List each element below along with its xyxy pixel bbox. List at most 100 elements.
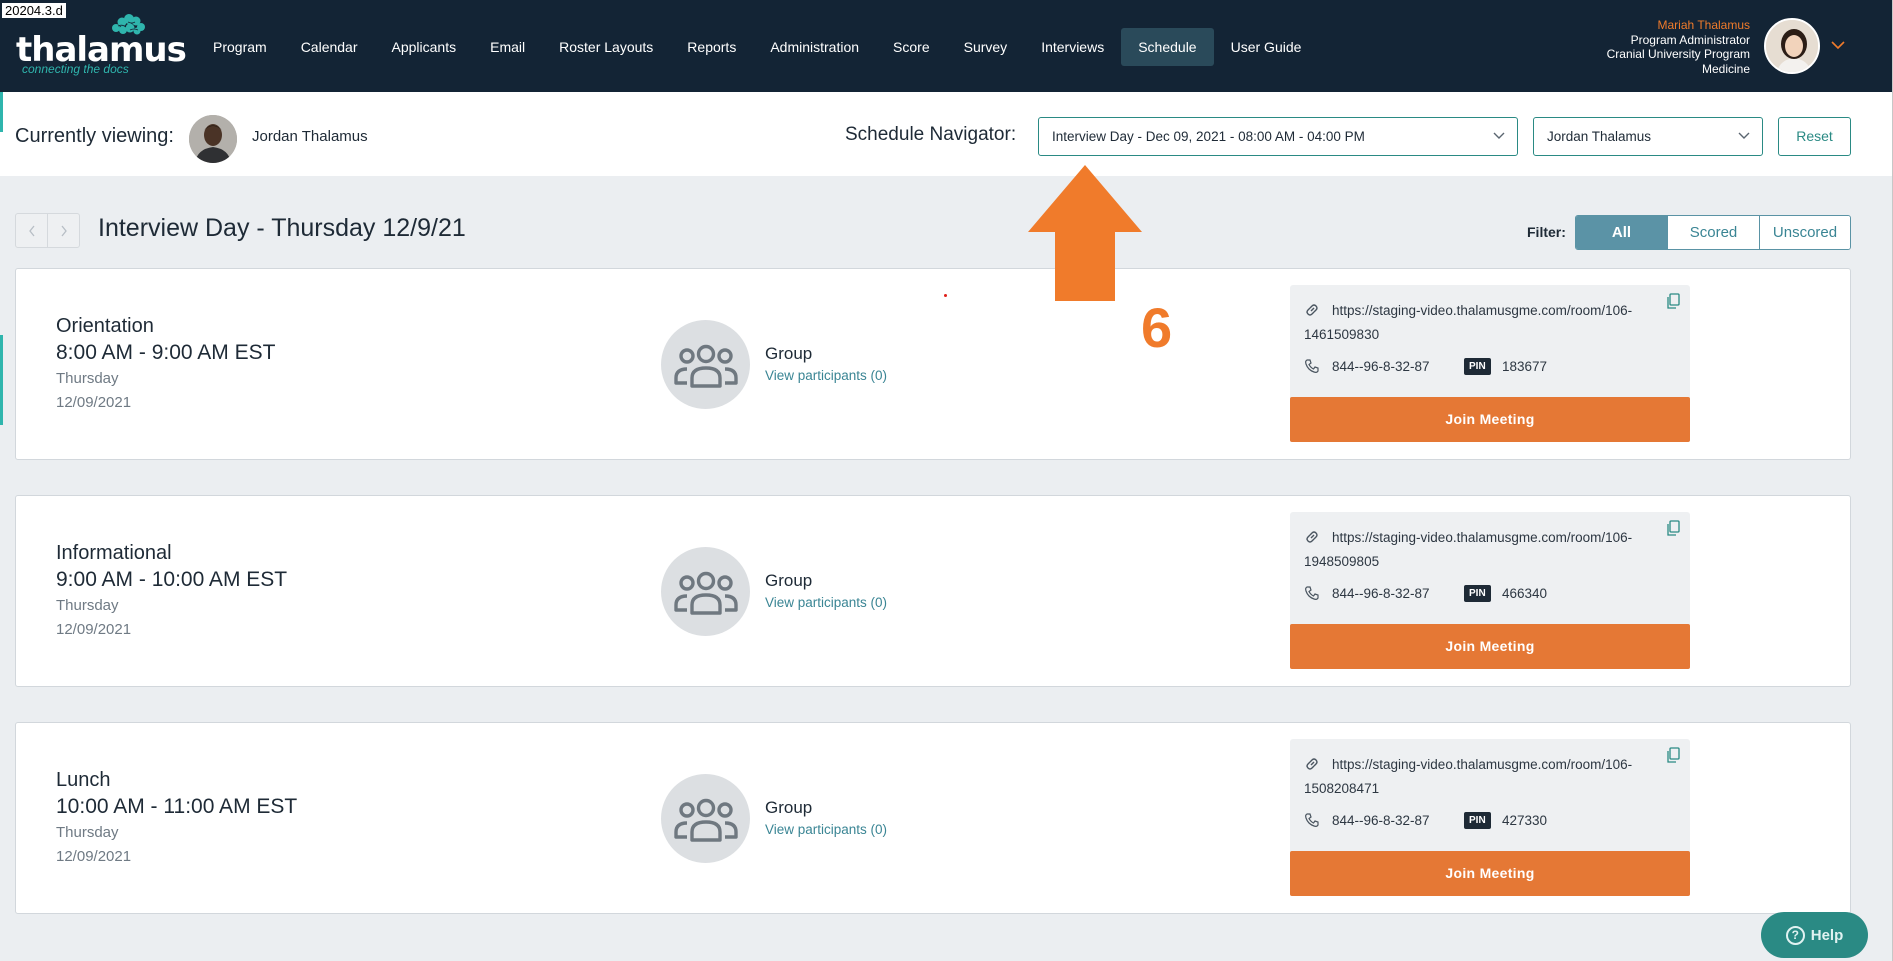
viewed-person-name: Jordan Thalamus <box>252 128 368 145</box>
group-label: Group <box>765 798 813 817</box>
nav-applicants[interactable]: Applicants <box>375 28 474 66</box>
pin-value: 183677 <box>1502 359 1548 374</box>
view-participants-link[interactable]: View participants (0) <box>765 595 887 610</box>
annotation-step-number: 6 <box>1141 296 1173 359</box>
filter-unscored[interactable]: Unscored <box>1759 216 1850 249</box>
user-avatar[interactable] <box>1764 18 1820 74</box>
event-card: Informational 9:00 AM - 10:00 AM EST Thu… <box>15 495 1851 687</box>
reset-button[interactable]: Reset <box>1778 117 1851 156</box>
person-select[interactable]: Jordan Thalamus <box>1533 117 1763 156</box>
chevron-down-icon <box>1738 132 1750 139</box>
meeting-url[interactable]: https://staging-video.thalamusgme.com/ro… <box>1304 299 1654 347</box>
help-label: Help <box>1810 926 1844 944</box>
group-label: Group <box>765 344 813 363</box>
next-day-button[interactable] <box>47 213 80 248</box>
interview-day-select-value: Interview Day - Dec 09, 2021 - 08:00 AM … <box>1052 129 1365 144</box>
chevron-down-icon[interactable] <box>1831 40 1845 50</box>
schedule-navigator-label: Schedule Navigator: <box>845 124 1017 145</box>
event-card: Lunch 10:00 AM - 11:00 AM EST Thursday 1… <box>15 722 1851 914</box>
nav-administration[interactable]: Administration <box>753 28 876 66</box>
event-date: 12/09/2021 <box>56 394 132 411</box>
join-meeting-button[interactable]: Join Meeting <box>1290 851 1690 896</box>
nav-program[interactable]: Program <box>196 28 284 66</box>
group-avatar <box>661 547 750 636</box>
chevron-left-icon <box>28 225 35 236</box>
nav-reports[interactable]: Reports <box>670 28 753 66</box>
view-participants-link[interactable]: View participants (0) <box>765 368 887 383</box>
annotation-arrow-icon <box>1028 165 1142 301</box>
event-date: 12/09/2021 <box>56 621 132 638</box>
dial-in-number: 844--96-8-32-87 <box>1332 359 1430 374</box>
left-accent-bar <box>0 92 3 132</box>
person-portrait-icon <box>189 115 237 163</box>
nav-schedule[interactable]: Schedule <box>1121 28 1214 66</box>
nav-email[interactable]: Email <box>473 28 542 66</box>
dial-in-number: 844--96-8-32-87 <box>1332 586 1430 601</box>
event-date: 12/09/2021 <box>56 848 132 865</box>
group-avatar <box>661 774 750 863</box>
nav-roster-layouts[interactable]: Roster Layouts <box>542 28 670 66</box>
nav-survey[interactable]: Survey <box>947 28 1025 66</box>
copy-icon[interactable] <box>1666 520 1680 536</box>
filter-scored[interactable]: Scored <box>1667 216 1759 249</box>
event-weekday: Thursday <box>56 370 119 387</box>
pin-badge: PIN <box>1464 358 1491 375</box>
event-time: 10:00 AM - 11:00 AM EST <box>56 795 298 818</box>
dial-in-number: 844--96-8-32-87 <box>1332 813 1430 828</box>
filter-all[interactable]: All <box>1576 216 1667 249</box>
help-icon: ? <box>1785 925 1805 945</box>
meeting-url[interactable]: https://staging-video.thalamusgme.com/ro… <box>1304 526 1654 574</box>
event-weekday: Thursday <box>56 824 119 841</box>
filter-segmented-control: All Scored Unscored <box>1575 215 1851 250</box>
brand-tagline: connecting the docs <box>22 62 129 76</box>
pin-badge: PIN <box>1464 585 1491 602</box>
nav-user-guide[interactable]: User Guide <box>1214 28 1319 66</box>
nav-interviews[interactable]: Interviews <box>1024 28 1121 66</box>
pin-value: 427330 <box>1502 813 1548 828</box>
view-participants-link[interactable]: View participants (0) <box>765 822 887 837</box>
join-meeting-button[interactable]: Join Meeting <box>1290 624 1690 669</box>
help-button[interactable]: ? Help <box>1761 912 1868 958</box>
currently-viewing-label: Currently viewing: <box>15 125 174 147</box>
viewed-person-avatar <box>189 115 237 163</box>
nav-calendar[interactable]: Calendar <box>284 28 375 66</box>
event-time: 8:00 AM - 9:00 AM EST <box>56 341 276 364</box>
event-card: Orientation 8:00 AM - 9:00 AM EST Thursd… <box>15 268 1851 460</box>
user-info[interactable]: Mariah Thalamus Program Administrator Cr… <box>1607 18 1750 76</box>
group-icon <box>673 798 738 842</box>
event-time: 9:00 AM - 10:00 AM EST <box>56 568 288 591</box>
user-name: Mariah Thalamus <box>1657 18 1750 32</box>
document-id-tag: 20204.3.d <box>2 3 66 18</box>
meeting-info-box: https://staging-video.thalamusgme.com/ro… <box>1290 512 1690 669</box>
meeting-info-box: https://staging-video.thalamusgme.com/ro… <box>1290 739 1690 896</box>
event-name: Orientation <box>56 315 154 337</box>
meeting-url[interactable]: https://staging-video.thalamusgme.com/ro… <box>1304 753 1654 801</box>
thalamus-logo[interactable]: thalamus connecting the docs <box>16 12 187 76</box>
user-role: Program Administrator <box>1630 32 1750 47</box>
event-name: Lunch <box>56 769 111 791</box>
user-org-dept: Medicine <box>1701 61 1750 76</box>
filter-label: Filter: <box>1527 224 1566 240</box>
group-icon <box>673 571 738 615</box>
copy-icon[interactable] <box>1666 747 1680 763</box>
cursor-dot <box>944 294 947 297</box>
viewing-bar: Currently viewing: Jordan Thalamus Sched… <box>0 92 1893 176</box>
person-select-value: Jordan Thalamus <box>1547 129 1652 144</box>
group-avatar <box>661 320 750 409</box>
top-navigation-bar: thalamus connecting the docs Program Cal… <box>0 0 1893 92</box>
group-icon <box>673 344 738 388</box>
schedule-day-title: Interview Day - Thursday 12/9/21 <box>98 214 466 242</box>
previous-day-button[interactable] <box>15 213 48 248</box>
main-nav: Program Calendar Applicants Email Roster… <box>196 28 1318 66</box>
chevron-down-icon <box>1493 132 1505 139</box>
event-weekday: Thursday <box>56 597 119 614</box>
join-meeting-button[interactable]: Join Meeting <box>1290 397 1690 442</box>
interview-day-select[interactable]: Interview Day - Dec 09, 2021 - 08:00 AM … <box>1038 117 1518 156</box>
user-org: Cranial University Program <box>1606 47 1750 61</box>
copy-icon[interactable] <box>1666 293 1680 309</box>
event-name: Informational <box>56 542 172 564</box>
phone-icon <box>1305 359 1319 373</box>
user-portrait-icon <box>1766 20 1818 72</box>
nav-score[interactable]: Score <box>876 28 947 66</box>
pin-value: 466340 <box>1502 586 1548 601</box>
